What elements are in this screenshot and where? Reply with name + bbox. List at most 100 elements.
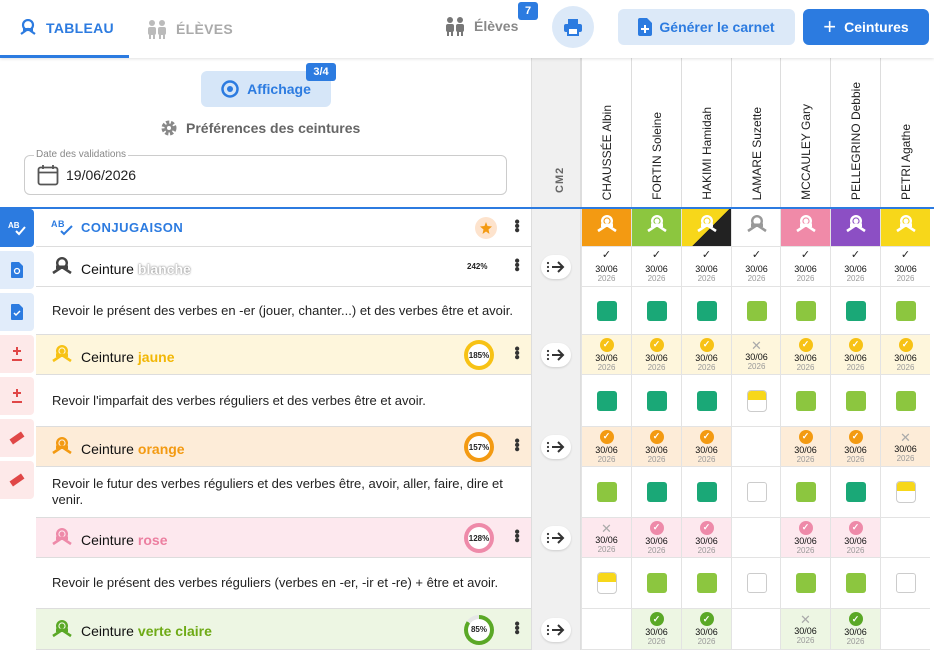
validation-cell[interactable] xyxy=(880,518,930,558)
tab-tableau[interactable]: TABLEAU xyxy=(0,0,129,58)
objective-cell[interactable] xyxy=(780,287,830,335)
objective-cell[interactable] xyxy=(830,287,880,335)
sidebar-item-conjugaison[interactable]: AB xyxy=(0,209,34,247)
validation-cell[interactable]: ✕ 30/06 2026 xyxy=(880,427,930,467)
objective-cell[interactable] xyxy=(830,558,880,609)
validation-cell[interactable]: ✓ 30/06 2026 xyxy=(631,609,681,650)
objective-cell[interactable] xyxy=(880,287,930,335)
sidebar-item-mesures-2[interactable] xyxy=(0,461,34,499)
validation-cell[interactable]: ✓ 30/06 2026 xyxy=(631,518,681,558)
student-header[interactable]: LAMARE Suzette xyxy=(731,58,781,208)
objective-cell[interactable] xyxy=(830,375,880,427)
apply-arrow-button[interactable] xyxy=(541,343,571,367)
validation-cell[interactable]: ✓ 30/06 2026 xyxy=(581,427,631,467)
validation-cell[interactable]: ✕ 30/06 2026 xyxy=(581,518,631,558)
sidebar-item-document[interactable] xyxy=(0,293,34,331)
validation-cell[interactable]: ✓ 30/06 2026 xyxy=(830,247,880,287)
validation-cell[interactable]: ✓ 30/06 2026 xyxy=(681,609,731,650)
validation-cell[interactable]: ✓ 30/06 2026 xyxy=(631,247,681,287)
more-options-icon[interactable]: ••• xyxy=(508,621,525,634)
validation-cell[interactable]: ✓ 30/06 2026 xyxy=(830,518,880,558)
validation-cell[interactable] xyxy=(731,609,781,650)
validation-cell[interactable]: ✓ 30/06 2026 xyxy=(780,247,830,287)
objective-cell[interactable] xyxy=(731,558,781,609)
validation-cell[interactable]: ✓ 30/06 2026 xyxy=(681,335,731,375)
sidebar-item-calcul-2[interactable] xyxy=(0,377,34,415)
objective-cell[interactable] xyxy=(780,375,830,427)
validation-cell[interactable]: ✓ 30/06 2026 xyxy=(780,518,830,558)
objective-cell[interactable] xyxy=(681,558,731,609)
objective-cell[interactable] xyxy=(880,467,930,518)
validation-cell[interactable]: ✓ 30/06 2026 xyxy=(880,335,930,375)
objective-cell[interactable] xyxy=(780,467,830,518)
validation-cell[interactable] xyxy=(731,427,781,467)
student-header[interactable]: PETRI Agathe xyxy=(880,58,930,208)
student-header[interactable]: CHAUSSÉE Albin xyxy=(581,58,631,208)
objective-cell[interactable] xyxy=(631,467,681,518)
star-icon[interactable] xyxy=(475,217,497,239)
objective-cell[interactable] xyxy=(681,467,731,518)
validation-cell[interactable]: ✓ 30/06 2026 xyxy=(880,247,930,287)
date-field-label: Date des validations xyxy=(34,149,129,160)
student-header[interactable]: PELLEGRINO Debbie xyxy=(830,58,880,208)
sidebar-item-mesures-1[interactable] xyxy=(0,419,34,457)
more-options-icon[interactable]: ••• xyxy=(508,219,525,232)
apply-arrow-button[interactable] xyxy=(541,435,571,459)
apply-arrow-button[interactable] xyxy=(541,526,571,550)
validation-cell[interactable]: ✓ 30/06 2026 xyxy=(681,518,731,558)
validation-cell[interactable]: ✓ 30/06 2026 xyxy=(731,247,781,287)
student-header[interactable]: FORTIN Soleine xyxy=(631,58,681,208)
validation-cell[interactable] xyxy=(880,609,930,650)
apply-arrow-button[interactable] xyxy=(541,617,571,642)
add-ceinture-button[interactable]: + Ceintures xyxy=(803,9,929,45)
preferences-ceintures-link[interactable]: Préférences des ceintures xyxy=(160,119,360,137)
objective-cell[interactable] xyxy=(731,287,781,335)
more-options-icon[interactable]: ••• xyxy=(508,346,525,359)
objective-cell[interactable] xyxy=(780,558,830,609)
validation-cell[interactable]: ✓ 30/06 2026 xyxy=(830,427,880,467)
objective-cell[interactable] xyxy=(731,467,781,518)
validation-cell[interactable]: ✓ 30/06 2026 xyxy=(780,335,830,375)
objective-cell[interactable] xyxy=(631,375,681,427)
eleves-button[interactable]: Élèves xyxy=(444,16,518,36)
validation-cell[interactable] xyxy=(581,609,631,650)
check-circle-icon: ✓ xyxy=(699,429,714,444)
objective-cell[interactable] xyxy=(830,467,880,518)
validation-cell[interactable]: ✓ 30/06 2026 xyxy=(681,427,731,467)
generer-carnet-button[interactable]: Générer le carnet xyxy=(618,9,795,45)
validation-cell[interactable]: ✓ 30/06 2026 xyxy=(780,427,830,467)
objective-cell[interactable] xyxy=(880,375,930,427)
validation-cell[interactable]: ✓ 30/06 2026 xyxy=(830,335,880,375)
more-options-icon[interactable]: ••• xyxy=(508,529,525,542)
objective-cell[interactable] xyxy=(631,558,681,609)
student-header[interactable]: MCCAULEY Gary xyxy=(780,58,830,208)
objective-cell[interactable] xyxy=(581,375,631,427)
validation-cell[interactable]: ✓ 30/06 2026 xyxy=(581,247,631,287)
objective-cell[interactable] xyxy=(581,467,631,518)
objective-cell[interactable] xyxy=(631,287,681,335)
validation-cell[interactable]: ✓ 30/06 2026 xyxy=(830,609,880,650)
sidebar-item-lecture[interactable] xyxy=(0,251,34,289)
objective-cell[interactable] xyxy=(581,287,631,335)
objective-cell[interactable] xyxy=(731,375,781,427)
validation-cell[interactable]: ✓ 30/06 2026 xyxy=(581,335,631,375)
objective-cell[interactable] xyxy=(681,375,731,427)
objective-cell[interactable] xyxy=(581,558,631,609)
validation-cell[interactable]: ✕ 30/06 2026 xyxy=(780,609,830,650)
more-options-icon[interactable]: ••• xyxy=(508,438,525,451)
validation-cell[interactable] xyxy=(731,518,781,558)
apply-arrow-button[interactable] xyxy=(541,255,571,279)
validation-cell[interactable]: ✓ 30/06 2026 xyxy=(631,427,681,467)
sidebar-item-calcul-1[interactable] xyxy=(0,335,34,373)
print-button[interactable] xyxy=(552,6,594,48)
belt-title: Ceinture blanche xyxy=(51,256,191,280)
student-header[interactable]: HAKIMI Hamidah xyxy=(681,58,731,208)
more-options-icon[interactable]: ••• xyxy=(508,258,525,271)
objective-cell[interactable] xyxy=(880,558,930,609)
validation-cell[interactable]: ✓ 30/06 2026 xyxy=(631,335,681,375)
objective-cell[interactable] xyxy=(681,287,731,335)
validation-cell[interactable]: ✓ 30/06 2026 xyxy=(681,247,731,287)
tab-eleves[interactable]: ÉLÈVES xyxy=(146,0,233,58)
calendar-icon[interactable] xyxy=(37,164,59,186)
validation-cell[interactable]: ✕ 30/06 2026 xyxy=(731,335,781,375)
